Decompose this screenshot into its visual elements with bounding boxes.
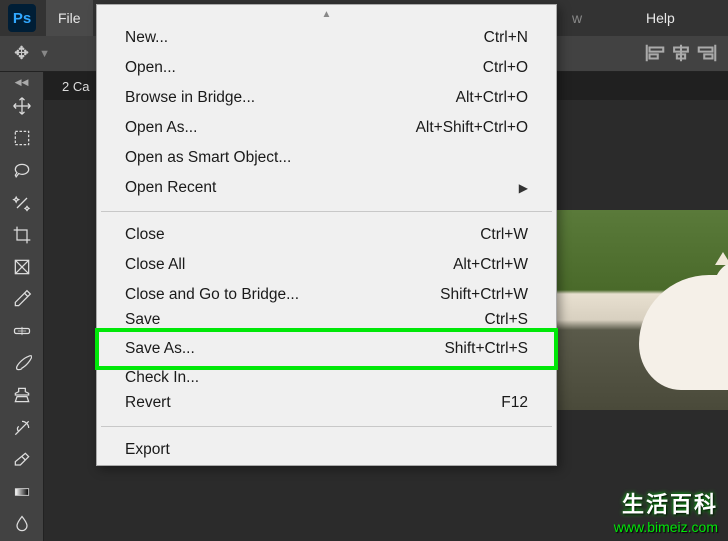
align-left-icon[interactable]: [644, 42, 666, 64]
chevron-down-icon[interactable]: ▼: [39, 48, 50, 60]
menu-item-save[interactable]: Save Ctrl+S: [97, 310, 556, 330]
menu-item-label: Close All: [125, 256, 185, 274]
menu-item-revert[interactable]: Revert F12: [97, 388, 556, 418]
menu-separator: [101, 426, 552, 427]
eraser-tool-icon[interactable]: [4, 445, 40, 475]
lasso-tool-icon[interactable]: [4, 155, 40, 185]
menu-item-label: Export: [125, 441, 170, 459]
menu-item-close[interactable]: Close Ctrl+W: [97, 220, 556, 250]
frame-tool-icon[interactable]: [4, 252, 40, 282]
move-tool-icon[interactable]: [4, 91, 40, 121]
menu-item-label: Open...: [125, 59, 176, 77]
menu-item-shortcut: Shift+Ctrl+W: [440, 286, 528, 304]
menu-item-shortcut: Alt+Shift+Ctrl+O: [416, 119, 528, 137]
watermark-title: 生活百科: [614, 487, 718, 519]
menu-item-shortcut: F12: [501, 394, 528, 412]
menu-window-partial[interactable]: w: [560, 0, 594, 36]
menu-item-shortcut: Ctrl+W: [480, 226, 528, 244]
menu-item-check-in[interactable]: Check In...: [97, 368, 556, 388]
menu-item-shortcut: Alt+Ctrl+O: [456, 89, 528, 107]
collapse-arrow-icon[interactable]: ▲: [97, 5, 556, 23]
menu-item-browse-bridge[interactable]: Browse in Bridge... Alt+Ctrl+O: [97, 83, 556, 113]
menu-file[interactable]: File: [46, 0, 93, 36]
submenu-arrow-icon: ▶: [519, 181, 528, 195]
menu-item-label: New...: [125, 29, 168, 47]
document-tab[interactable]: 2 Ca: [54, 79, 97, 94]
marquee-tool-icon[interactable]: [4, 123, 40, 153]
toolbox: ◀◀: [0, 72, 44, 541]
menu-item-label: Save: [125, 311, 160, 329]
align-group: [644, 42, 718, 64]
align-right-icon[interactable]: [696, 42, 718, 64]
menu-item-open-recent[interactable]: Open Recent ▶: [97, 173, 556, 203]
menu-item-label: Close and Go to Bridge...: [125, 286, 299, 304]
menu-item-label: Close: [125, 226, 165, 244]
menu-help[interactable]: Help: [634, 0, 687, 36]
watermark-url: www.bimeiz.com: [614, 519, 718, 535]
healing-brush-tool-icon[interactable]: [4, 316, 40, 346]
menu-item-label: Check In...: [125, 369, 199, 387]
clone-stamp-tool-icon[interactable]: [4, 380, 40, 410]
menu-item-shortcut: Ctrl+S: [485, 311, 529, 329]
brush-tool-icon[interactable]: [4, 348, 40, 378]
menu-item-shortcut: Shift+Ctrl+S: [444, 340, 528, 358]
cat-photo-subject: [639, 275, 728, 390]
menu-item-open[interactable]: Open... Ctrl+O: [97, 53, 556, 83]
menu-item-shortcut: Ctrl+O: [483, 59, 528, 77]
gradient-tool-icon[interactable]: [4, 477, 40, 507]
menu-item-close-bridge[interactable]: Close and Go to Bridge... Shift+Ctrl+W: [97, 280, 556, 310]
menu-item-export[interactable]: Export: [97, 435, 556, 465]
menu-item-save-as[interactable]: Save As... Shift+Ctrl+S: [95, 328, 558, 370]
menu-separator: [101, 211, 552, 212]
menu-item-close-all[interactable]: Close All Alt+Ctrl+W: [97, 250, 556, 280]
crop-tool-icon[interactable]: [4, 220, 40, 250]
eyedropper-tool-icon[interactable]: [4, 284, 40, 314]
menu-item-label: Browse in Bridge...: [125, 89, 255, 107]
history-brush-tool-icon[interactable]: [4, 412, 40, 442]
menu-item-label: Open As...: [125, 119, 197, 137]
watermark: 生活百科 www.bimeiz.com: [604, 481, 728, 541]
blur-tool-icon[interactable]: [4, 509, 40, 539]
menu-item-open-as[interactable]: Open As... Alt+Shift+Ctrl+O: [97, 113, 556, 143]
collapse-arrow-icon[interactable]: ◀◀: [0, 76, 43, 89]
app-logo: Ps: [8, 4, 36, 32]
document-image[interactable]: [544, 210, 728, 410]
menu-item-open-smart-object[interactable]: Open as Smart Object...: [97, 143, 556, 173]
menu-item-label: Open as Smart Object...: [125, 149, 291, 167]
menu-item-shortcut: Ctrl+N: [484, 29, 528, 47]
menu-item-label: Revert: [125, 394, 171, 412]
menu-item-shortcut: Alt+Ctrl+W: [453, 256, 528, 274]
file-menu-dropdown: ▲ New... Ctrl+N Open... Ctrl+O Browse in…: [96, 4, 557, 466]
magic-wand-tool-icon[interactable]: [4, 188, 40, 218]
menu-item-label: Open Recent: [125, 179, 216, 197]
align-center-icon[interactable]: [670, 42, 692, 64]
menu-item-new[interactable]: New... Ctrl+N: [97, 23, 556, 53]
menu-item-label: Save As...: [125, 340, 195, 358]
move-tool-icon: ✥: [14, 43, 29, 64]
